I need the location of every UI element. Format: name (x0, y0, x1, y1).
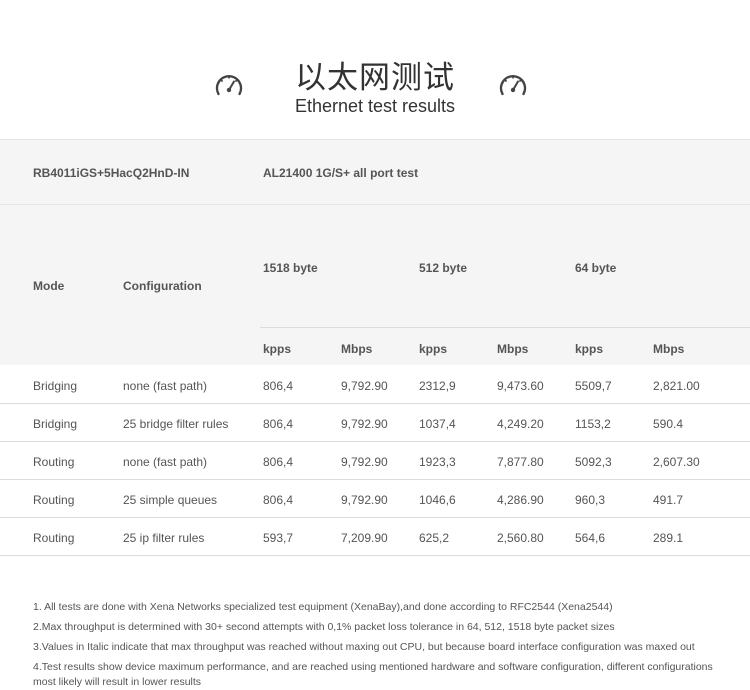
column-header-configuration: Configuration (123, 279, 202, 293)
column-header-mode: Mode (33, 279, 65, 293)
row-divider (0, 403, 750, 404)
value-cell: 2,560.80 (497, 531, 544, 545)
packet-size-header: 64 byte (575, 261, 617, 275)
test-name: AL21400 1G/S+ all port test (263, 166, 419, 180)
row-divider (0, 441, 750, 442)
value-cell: 289.1 (653, 531, 684, 545)
value-cell: 960,3 (575, 493, 606, 507)
row-divider (0, 479, 750, 480)
page-header: 以太网测试 Ethernet test results (0, 0, 750, 139)
value-cell: 1046,6 (419, 493, 456, 507)
unit-header: Mbps (497, 342, 529, 356)
value-cell: 1923,3 (419, 455, 456, 469)
value-cell: 1037,4 (419, 417, 456, 431)
value-cell: 5509,7 (575, 379, 612, 393)
value-cell: 2,821.00 (653, 379, 700, 393)
configuration-cell: none (fast path) (123, 455, 208, 469)
value-cell: 9,792.90 (341, 493, 388, 507)
table-header-band (0, 205, 750, 365)
header-divider (260, 327, 750, 328)
unit-header: Mbps (653, 342, 685, 356)
footnotes: 1. All tests are done with Xena Networks… (33, 597, 733, 690)
configuration-cell: 25 ip filter rules (123, 531, 205, 545)
footnote: 3.Values in Italic indicate that max thr… (33, 641, 695, 653)
unit-header: kpps (419, 342, 448, 356)
value-cell: 2312,9 (419, 379, 456, 393)
unit-header: kpps (575, 342, 604, 356)
value-cell: 491.7 (653, 493, 684, 507)
value-cell: 9,792.90 (341, 379, 388, 393)
footnote: 1. All tests are done with Xena Networks… (33, 601, 613, 613)
speedometer-icon (499, 74, 527, 96)
value-cell: 590.4 (653, 417, 684, 431)
value-cell: 5092,3 (575, 455, 612, 469)
footnote: 2.Max throughput is determined with 30+ … (33, 621, 615, 633)
configuration-cell: 25 bridge filter rules (123, 417, 229, 431)
value-cell: 7,877.80 (497, 455, 544, 469)
configuration-cell: 25 simple queues (123, 493, 218, 507)
value-cell: 1153,2 (575, 417, 611, 431)
value-cell: 564,6 (575, 531, 606, 545)
value-cell: 625,2 (419, 531, 450, 545)
packet-size-header: 512 byte (419, 261, 468, 275)
mode-cell: Bridging (33, 417, 78, 431)
value-cell: 9,792.90 (341, 417, 388, 431)
device-model: RB4011iGS+5HacQ2HnD-IN (33, 166, 190, 180)
value-cell: 2,607.30 (653, 455, 700, 469)
value-cell: 4,286.90 (497, 493, 544, 507)
value-cell: 806,4 (263, 417, 294, 431)
configuration-cell: none (fast path) (123, 379, 208, 393)
row-divider (0, 517, 750, 518)
value-cell: 7,209.90 (341, 531, 388, 545)
value-cell: 593,7 (263, 531, 294, 545)
footnote: 4.Test results show device maximum perfo… (33, 661, 713, 688)
value-cell: 806,4 (263, 379, 294, 393)
mode-cell: Routing (33, 493, 75, 507)
value-cell: 806,4 (263, 493, 294, 507)
unit-header: Mbps (341, 342, 373, 356)
mode-cell: Routing (33, 455, 75, 469)
mode-cell: Bridging (33, 379, 78, 393)
unit-header: kpps (263, 342, 292, 356)
value-cell: 9,473.60 (497, 379, 544, 393)
value-cell: 9,792.90 (341, 455, 388, 469)
value-cell: 806,4 (263, 455, 294, 469)
packet-size-header: 1518 byte (263, 261, 318, 275)
value-cell: 4,249.20 (497, 417, 544, 431)
mode-cell: Routing (33, 531, 75, 545)
page-title: 以太网测试 (295, 60, 455, 96)
row-divider (0, 555, 750, 556)
page-subtitle: Ethernet test results (294, 96, 456, 116)
